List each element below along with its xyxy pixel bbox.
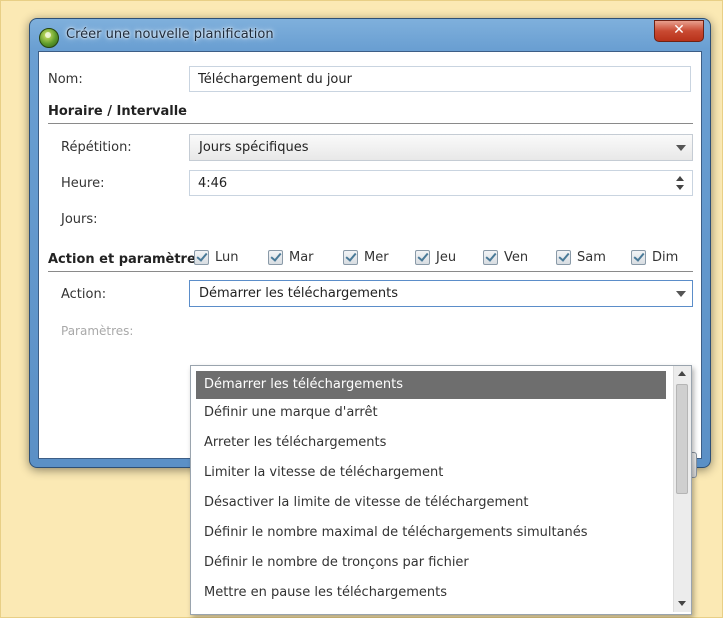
day-label: Mar — [289, 250, 314, 265]
repeat-select-value: Jours spécifiques — [199, 140, 309, 155]
checkbox-checked-icon — [483, 250, 498, 265]
day-label: Lun — [215, 250, 239, 265]
chevron-down-icon — [676, 291, 686, 297]
dropdown-option[interactable]: Définir une marque d'arrêt — [196, 399, 666, 427]
chevron-down-icon — [676, 145, 686, 151]
day-label: Dim — [652, 250, 679, 265]
title-bar[interactable]: Créer une nouvelle planification ✕ — [30, 19, 710, 51]
checkbox-checked-icon — [194, 250, 209, 265]
checkbox-checked-icon — [631, 250, 646, 265]
name-input[interactable]: Téléchargement du jour — [189, 66, 691, 92]
dropdown-option[interactable]: Limiter la vitesse de téléchargement — [196, 459, 666, 487]
dropdown-scrollbar[interactable] — [673, 366, 691, 612]
day-label: Jeu — [436, 250, 457, 265]
dropdown-option[interactable]: Définir le nombre de tronçons par fichie… — [196, 549, 666, 577]
checkbox-checked-icon — [343, 250, 358, 265]
scroll-down-icon[interactable] — [678, 601, 686, 606]
scrollbar-thumb[interactable] — [676, 384, 688, 494]
dropdown-option[interactable]: Arreter les téléchargements — [196, 429, 666, 457]
scroll-up-icon[interactable] — [678, 371, 686, 376]
action-dropdown-list: Démarrer les téléchargements Définir une… — [190, 365, 692, 615]
checkbox-checked-icon — [415, 250, 430, 265]
schedule-section-title: Horaire / Intervalle — [48, 104, 187, 119]
action-select-value: Démarrer les téléchargements — [199, 286, 398, 301]
days-label: Jours: — [61, 212, 98, 227]
action-select[interactable]: Démarrer les téléchargements — [189, 280, 693, 307]
time-label: Heure: — [61, 176, 105, 191]
time-spinbox[interactable]: 4:46 — [189, 170, 693, 196]
day-label: Sam — [577, 250, 606, 265]
dropdown-option[interactable]: Mettre en pause les téléchargements — [196, 579, 666, 607]
dropdown-option[interactable]: Désactiver la limite de vitesse de téléc… — [196, 489, 666, 517]
day-label: Mer — [364, 250, 389, 265]
name-label: Nom: — [48, 72, 83, 87]
day-label: Ven — [504, 250, 529, 265]
spin-up-icon[interactable] — [676, 176, 684, 181]
app-icon — [39, 28, 59, 48]
close-button[interactable]: ✕ — [654, 20, 704, 42]
params-label: Paramètres: — [61, 324, 134, 338]
window-title: Créer une nouvelle planification — [66, 27, 274, 42]
repeat-label: Répétition: — [61, 140, 132, 155]
schedule-section-divider — [48, 123, 693, 124]
dropdown-option[interactable]: Définir le nombre maximal de téléchargem… — [196, 519, 666, 547]
spin-down-icon[interactable] — [676, 185, 684, 190]
action-section-divider — [48, 271, 693, 272]
action-section-title: Action et paramètres — [48, 252, 204, 267]
dropdown-option[interactable]: Démarrer les téléchargements — [196, 371, 666, 399]
checkbox-checked-icon — [556, 250, 571, 265]
action-label: Action: — [61, 287, 107, 302]
repeat-select[interactable]: Jours spécifiques — [189, 134, 693, 161]
checkbox-checked-icon — [268, 250, 283, 265]
time-value: 4:46 — [198, 176, 228, 191]
